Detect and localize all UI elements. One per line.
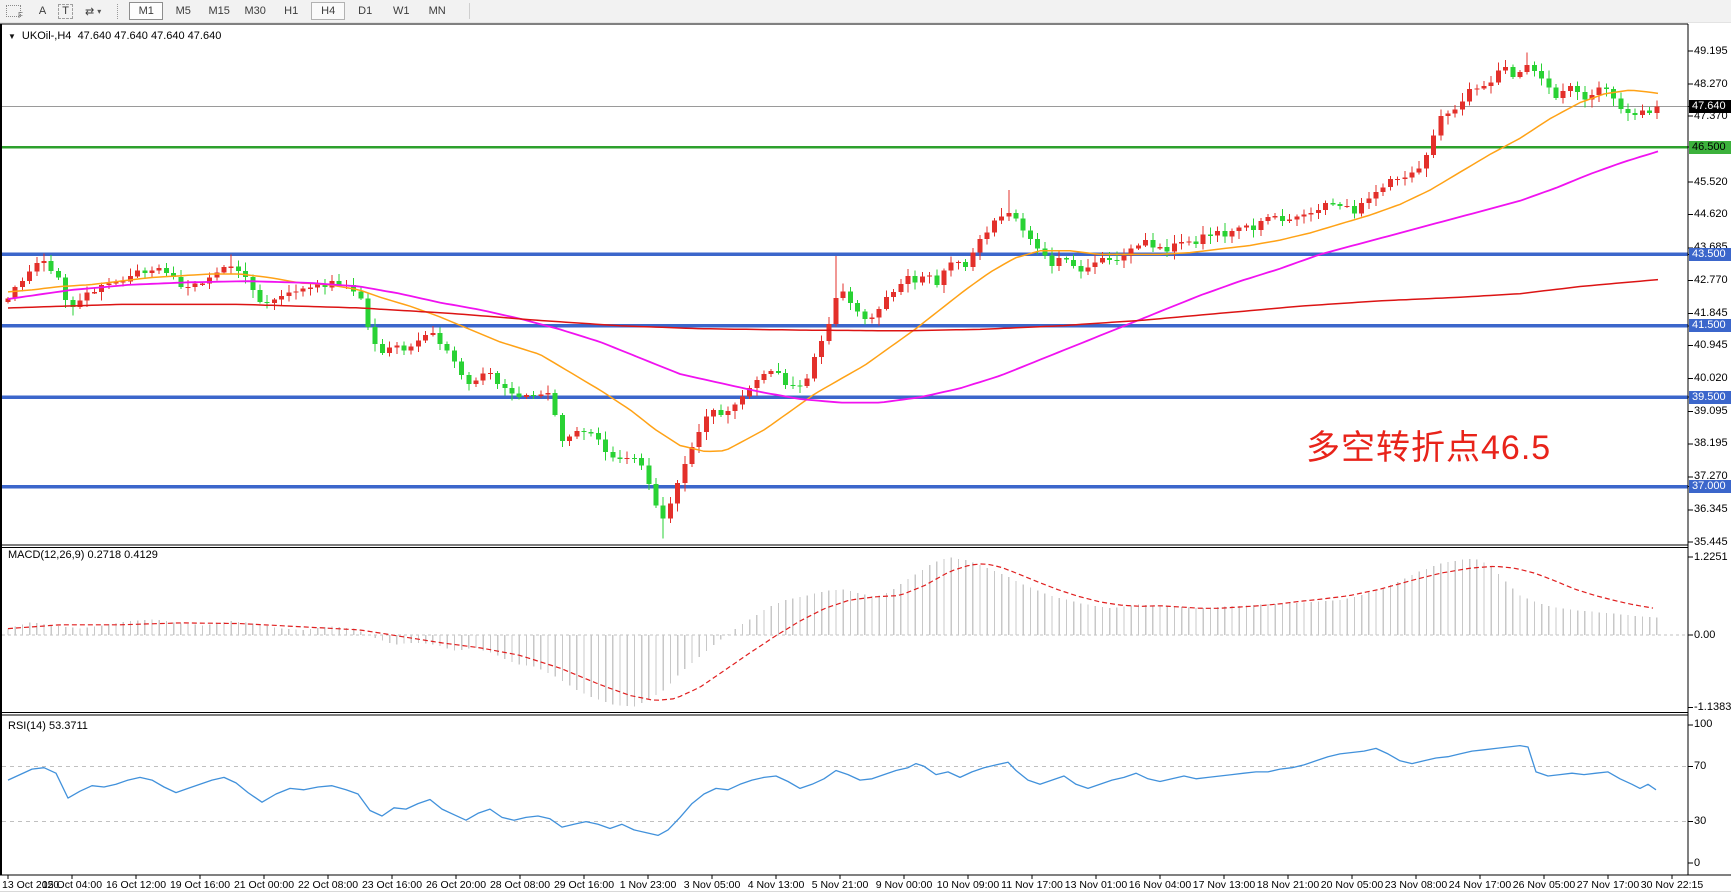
- timeframe-button-d1[interactable]: D1: [349, 3, 381, 19]
- cursor-a-button[interactable]: A: [33, 2, 52, 20]
- chart-title: ▼ UKOil-,H4 47.640 47.640 47.640 47.640: [8, 30, 221, 42]
- timeframe-button-w1[interactable]: W1: [385, 3, 417, 19]
- timeframe-button-h1[interactable]: H1: [275, 3, 307, 19]
- timeframe-button-m30[interactable]: M30: [239, 3, 271, 19]
- arrows-icon: ⇄: [85, 5, 94, 18]
- timeframe-group: M1M5M15M30H1H4D1W1MN: [127, 2, 455, 20]
- text-box-icon: T: [58, 4, 73, 19]
- chart-annotation-text: 多空转折点46.5: [1306, 420, 1551, 469]
- symbol-collapse-icon[interactable]: ▼: [8, 32, 16, 41]
- text-box-button[interactable]: T: [52, 2, 79, 20]
- rsi-indicator-label: RSI(14) 53.3711: [8, 720, 88, 732]
- timeframe-button-h4[interactable]: H4: [311, 2, 345, 20]
- toolbar-separator: [469, 3, 471, 19]
- dropdown-caret-icon: ▾: [97, 7, 101, 16]
- toolbar: F A T ⇄ ▾ M1M5M15M30H1H4D1W1MN: [0, 0, 1731, 23]
- grid-f-button[interactable]: F: [0, 2, 33, 20]
- timeframe-button-mn[interactable]: MN: [421, 3, 453, 19]
- macd-indicator-label: MACD(12,26,9) 0.2718 0.4129: [8, 549, 158, 561]
- symbol-quotes: 47.640 47.640 47.640 47.640: [78, 30, 222, 42]
- grid-f-label: F: [18, 11, 23, 20]
- timeframe-button-m5[interactable]: M5: [167, 3, 199, 19]
- price-axis[interactable]: [1688, 24, 1731, 875]
- time-axis[interactable]: [0, 875, 1688, 895]
- timeframe-button-m1[interactable]: M1: [129, 2, 163, 20]
- symbol-name: UKOil-,H4: [22, 30, 72, 42]
- arrows-mode-button[interactable]: ⇄ ▾: [79, 2, 107, 20]
- toolbar-drag-handle[interactable]: [117, 4, 119, 19]
- timeframe-button-m15[interactable]: M15: [203, 3, 235, 19]
